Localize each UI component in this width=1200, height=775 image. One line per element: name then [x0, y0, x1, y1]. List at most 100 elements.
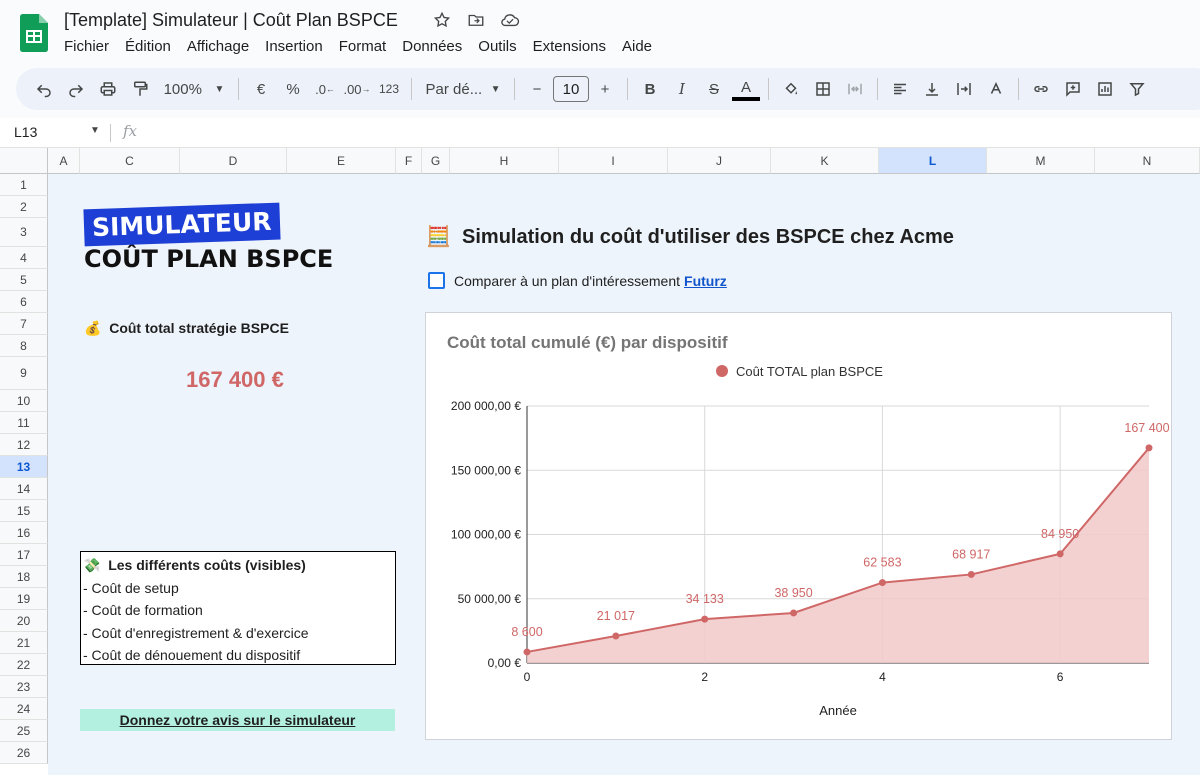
row-header-6[interactable]: 6 — [0, 291, 48, 313]
column-header-e[interactable]: E — [287, 148, 396, 174]
font-select[interactable]: Par dé... ▼ — [420, 75, 506, 103]
percent-format-button[interactable]: % — [279, 75, 307, 103]
row-header-18[interactable]: 18 — [0, 566, 48, 588]
move-folder-icon[interactable] — [466, 10, 486, 30]
costs-list-box[interactable]: 💸 Les différents coûts (visibles) - Coût… — [80, 551, 396, 665]
column-header-i[interactable]: I — [559, 148, 668, 174]
horizontal-align-icon[interactable] — [886, 75, 914, 103]
menu-aide[interactable]: Aide — [622, 38, 652, 55]
menu-extensions[interactable]: Extensions — [533, 38, 606, 55]
data-point — [878, 579, 886, 587]
increase-font-size-button[interactable]: + — [591, 75, 619, 103]
menu-insertion[interactable]: Insertion — [265, 38, 323, 55]
column-header-k[interactable]: K — [771, 148, 879, 174]
zoom-select[interactable]: 100% ▼ — [158, 75, 230, 103]
menu-donnees[interactable]: Données — [402, 38, 462, 55]
insert-chart-icon[interactable] — [1091, 75, 1119, 103]
menu-format[interactable]: Format — [339, 38, 387, 55]
undo-icon[interactable] — [30, 75, 58, 103]
row-header-26[interactable]: 26 — [0, 742, 48, 764]
decrease-font-size-button[interactable]: − — [523, 75, 551, 103]
text-color-button[interactable]: A — [732, 77, 760, 101]
select-all-corner[interactable] — [0, 148, 48, 174]
compare-checkbox[interactable] — [428, 272, 445, 289]
row-header-8[interactable]: 8 — [0, 335, 48, 357]
chevron-down-icon[interactable]: ▼ — [90, 125, 100, 136]
chevron-down-icon: ▼ — [214, 83, 225, 95]
row-header-25[interactable]: 25 — [0, 720, 48, 742]
font-size-input[interactable]: 10 — [553, 76, 589, 102]
redo-icon[interactable] — [62, 75, 90, 103]
currency-format-button[interactable]: € — [247, 75, 275, 103]
column-header-h[interactable]: H — [450, 148, 559, 174]
row-header-16[interactable]: 16 — [0, 522, 48, 544]
paint-format-icon[interactable] — [126, 75, 154, 103]
column-header-g[interactable]: G — [422, 148, 450, 174]
row-header-3[interactable]: 3 — [0, 218, 48, 247]
row-header-21[interactable]: 21 — [0, 632, 48, 654]
name-box[interactable]: L13 — [14, 124, 37, 140]
row-header-9[interactable]: 9 — [0, 357, 48, 390]
column-header-c[interactable]: C — [80, 148, 180, 174]
futurz-link[interactable]: Futurz — [684, 273, 727, 289]
merge-cells-icon[interactable] — [841, 75, 869, 103]
row-header-5[interactable]: 5 — [0, 269, 48, 291]
cloud-saved-icon[interactable] — [500, 10, 520, 30]
arrow-right-icon: → — [361, 84, 371, 94]
insert-comment-icon[interactable] — [1059, 75, 1087, 103]
column-header-j[interactable]: J — [668, 148, 771, 174]
italic-button[interactable]: I — [668, 75, 696, 103]
row-header-20[interactable]: 20 — [0, 610, 48, 632]
borders-icon[interactable] — [809, 75, 837, 103]
row-header-10[interactable]: 10 — [0, 390, 48, 412]
bold-button[interactable]: B — [636, 75, 664, 103]
feedback-link[interactable]: Donnez votre avis sur le simulateur — [80, 709, 395, 731]
text-wrap-icon[interactable] — [950, 75, 978, 103]
column-header-n[interactable]: N — [1095, 148, 1200, 174]
menu-affichage[interactable]: Affichage — [187, 38, 249, 55]
chart-container[interactable]: Coût total cumulé (€) par dispositif Coût… — [425, 312, 1172, 740]
row-header-4[interactable]: 4 — [0, 247, 48, 269]
menu-edition[interactable]: Édition — [125, 38, 171, 55]
row-header-19[interactable]: 19 — [0, 588, 48, 610]
legend-label: Coût TOTAL plan BSPCE — [736, 364, 883, 379]
row-header-23[interactable]: 23 — [0, 676, 48, 698]
strikethrough-button[interactable]: S — [700, 75, 728, 103]
column-header-l[interactable]: L — [879, 148, 987, 174]
sheets-logo-icon[interactable] — [20, 14, 48, 52]
column-header-d[interactable]: D — [180, 148, 287, 174]
vertical-align-icon[interactable] — [918, 75, 946, 103]
print-icon[interactable] — [94, 75, 122, 103]
row-header-7[interactable]: 7 — [0, 313, 48, 335]
row-header-13[interactable]: 13 — [0, 456, 48, 478]
number-format-button[interactable]: 123 — [375, 75, 403, 103]
menu-outils[interactable]: Outils — [478, 38, 516, 55]
decrease-decimals-button[interactable]: .0 ← — [311, 75, 339, 103]
costs-header-text: Les différents coûts (visibles) — [108, 557, 306, 573]
document-title[interactable]: [Template] Simulateur | Coût Plan BSPCE — [64, 10, 398, 31]
insert-link-icon[interactable] — [1027, 75, 1055, 103]
text-rotation-icon[interactable] — [982, 75, 1010, 103]
row-header-14[interactable]: 14 — [0, 478, 48, 500]
fill-color-icon[interactable] — [777, 75, 805, 103]
column-header-m[interactable]: M — [987, 148, 1095, 174]
row-header-17[interactable]: 17 — [0, 544, 48, 566]
filter-icon[interactable] — [1123, 75, 1151, 103]
row-header-15[interactable]: 15 — [0, 500, 48, 522]
row-header-2[interactable]: 2 — [0, 196, 48, 218]
row-header-22[interactable]: 22 — [0, 654, 48, 676]
column-header-f[interactable]: F — [396, 148, 422, 174]
row-header-24[interactable]: 24 — [0, 698, 48, 720]
menu-fichier[interactable]: Fichier — [64, 38, 109, 55]
row-header-1[interactable]: 1 — [0, 174, 48, 196]
row-header-12[interactable]: 12 — [0, 434, 48, 456]
cost-chart[interactable]: Coût total cumulé (€) par dispositif Coût… — [426, 313, 1173, 741]
font-name: Par dé... — [425, 80, 483, 98]
row-header-11[interactable]: 11 — [0, 412, 48, 434]
simulation-title: 🧮 Simulation du coût d'utiliser des BSPC… — [426, 224, 954, 249]
increase-decimals-button[interactable]: .00 → — [343, 75, 371, 103]
star-icon[interactable] — [432, 10, 452, 30]
column-header-a[interactable]: A — [48, 148, 80, 174]
data-point — [1056, 550, 1064, 558]
data-label: 84 950 — [1041, 527, 1079, 541]
